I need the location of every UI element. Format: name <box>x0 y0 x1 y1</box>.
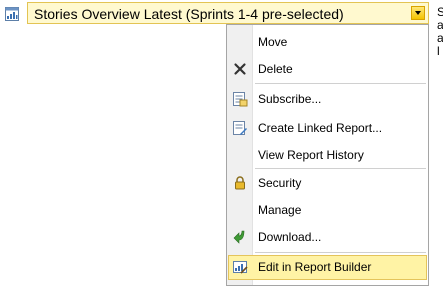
delete-x-icon <box>232 61 248 77</box>
menu-item-delete[interactable]: Delete <box>228 57 427 81</box>
menu-item-move[interactable]: Move <box>228 30 427 54</box>
download-arrow-icon <box>232 229 248 245</box>
menu-item-view-report-history[interactable]: View Report History <box>228 143 427 167</box>
menu-separator <box>255 168 426 169</box>
report-builder-icon <box>232 259 248 275</box>
context-menu: Move Delete Subscribe... Create Linked R… <box>226 24 429 286</box>
report-description-fragment: S a a l <box>437 6 443 58</box>
menu-item-manage[interactable]: Manage <box>228 198 427 222</box>
report-title-bar[interactable]: Stories Overview Latest (Sprints 1-4 pre… <box>27 2 429 24</box>
report-icon[interactable] <box>4 6 20 22</box>
report-list-item: Stories Overview Latest (Sprints 1-4 pre… <box>0 0 443 290</box>
lock-icon <box>232 175 248 191</box>
menu-separator <box>255 252 426 253</box>
subscribe-icon <box>232 91 248 107</box>
menu-item-subscribe[interactable]: Subscribe... <box>228 87 427 111</box>
menu-item-edit-in-report-builder[interactable]: Edit in Report Builder <box>228 255 427 280</box>
report-title[interactable]: Stories Overview Latest (Sprints 1-4 pre… <box>34 6 344 22</box>
menu-separator <box>255 83 426 84</box>
menu-item-download[interactable]: Download... <box>228 225 427 249</box>
linked-report-icon <box>232 120 248 136</box>
menu-item-security[interactable]: Security <box>228 171 427 195</box>
menu-item-create-linked-report[interactable]: Create Linked Report... <box>228 116 427 140</box>
chevron-down-icon[interactable] <box>411 6 425 20</box>
